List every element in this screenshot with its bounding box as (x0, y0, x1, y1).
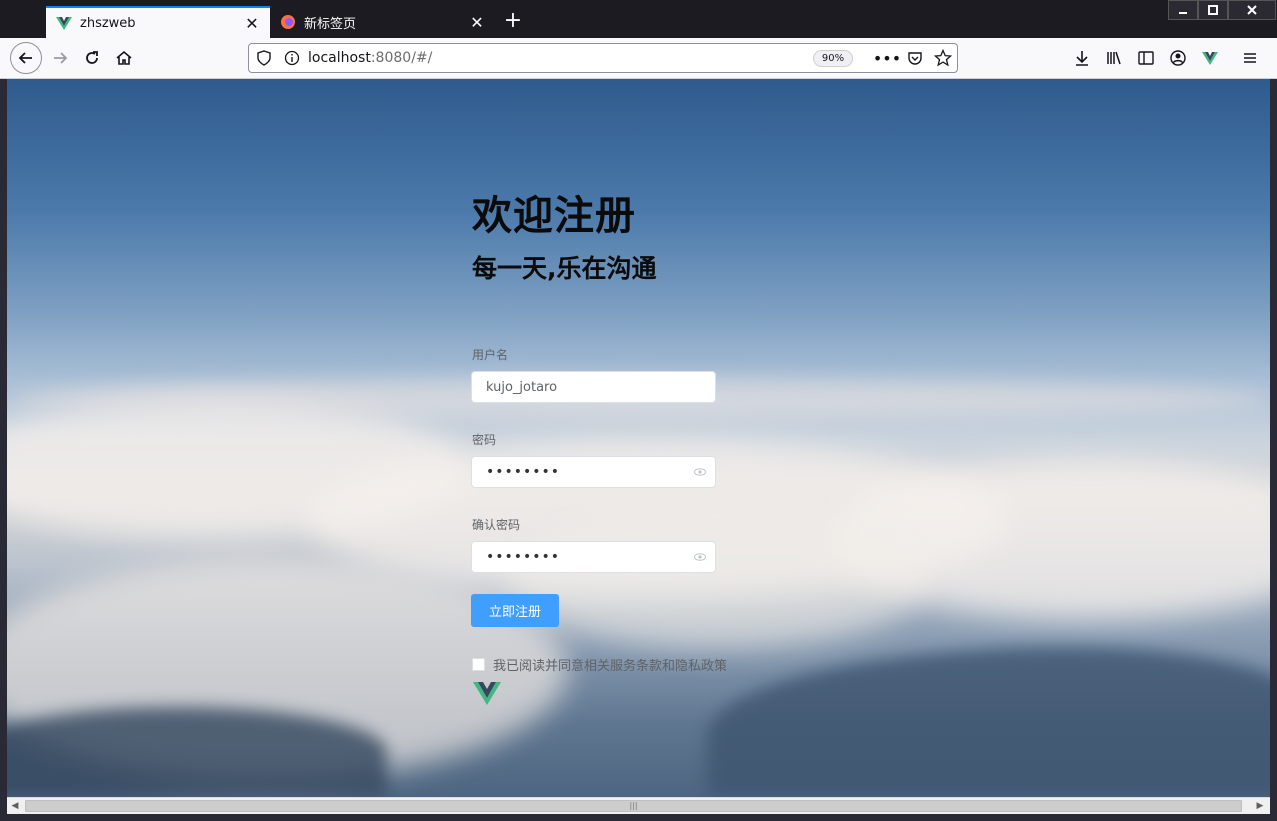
browser-titlebar: zhszweb ✕ 新标签页 ✕ + (0, 0, 1277, 38)
password-value: •••••••• (486, 464, 561, 480)
window-frame-left (0, 79, 7, 821)
download-icon[interactable] (1070, 46, 1094, 70)
minimize-icon (1179, 12, 1187, 14)
page-viewport: 欢迎注册 每一天,乐在沟通 用户名 kujo_jotaro 密码 •••••••… (7, 79, 1270, 797)
back-arrow-icon (18, 52, 32, 64)
window-frame-right (1270, 79, 1277, 821)
register-button[interactable]: 立即注册 (471, 594, 559, 627)
url-bar[interactable]: localhost:8080/#/ 90% ••• (248, 43, 958, 73)
show-password-icon[interactable] (694, 551, 706, 563)
page-title: 欢迎注册 (472, 193, 636, 239)
username-label: 用户名 (472, 348, 509, 362)
reload-icon (86, 51, 98, 64)
url-path: :8080/#/ (370, 50, 433, 66)
scroll-left-arrow-icon[interactable]: ◀ (8, 800, 22, 813)
menu-icon[interactable] (1238, 46, 1262, 70)
close-window-button[interactable] (1228, 0, 1276, 20)
show-password-icon[interactable] (694, 466, 706, 478)
scroll-right-arrow-icon[interactable]: ▶ (1253, 800, 1267, 813)
vue-logo-icon (473, 682, 501, 705)
background-cloud (507, 509, 927, 649)
close-tab-icon[interactable]: ✕ (465, 10, 489, 34)
window-frame-bottom (0, 814, 1277, 821)
vue-devtools-icon[interactable] (1198, 46, 1222, 70)
username-field[interactable]: kujo_jotaro (471, 371, 716, 403)
home-button[interactable] (108, 42, 140, 74)
username-value: kujo_jotaro (486, 379, 558, 395)
url-text: localhost:8080/#/ (308, 50, 432, 66)
new-tab-button[interactable]: + (500, 8, 526, 34)
sidebar-icon[interactable] (1134, 46, 1158, 70)
home-icon (116, 50, 132, 65)
password-field[interactable]: •••••••• (471, 456, 716, 488)
agreement-checkbox[interactable] (472, 658, 485, 671)
bookmark-star-icon[interactable] (931, 46, 955, 70)
confirm-password-value: •••••••• (486, 549, 561, 565)
close-tab-icon[interactable]: ✕ (240, 11, 264, 35)
library-icon[interactable] (1102, 46, 1126, 70)
firefox-icon (281, 15, 295, 29)
background-mountain (7, 707, 387, 797)
info-icon[interactable] (284, 50, 300, 66)
reload-button[interactable] (76, 42, 108, 74)
tab-title: zhszweb (80, 15, 136, 31)
scrollbar-thumb[interactable]: ||| (25, 800, 1242, 812)
shield-icon[interactable] (256, 50, 272, 66)
confirm-password-field[interactable]: •••••••• (471, 541, 716, 573)
close-icon (1247, 5, 1257, 15)
pocket-icon[interactable] (903, 46, 927, 70)
agreement-text: 我已阅读并同意相关服务条款和隐私政策 (493, 659, 728, 674)
account-icon[interactable] (1166, 46, 1190, 70)
page-actions-icon[interactable]: ••• (873, 46, 901, 70)
tab-new-tab[interactable]: 新标签页 ✕ (270, 6, 495, 38)
window-controls (1168, 0, 1276, 20)
horizontal-scrollbar[interactable]: ◀ ||| ▶ (7, 797, 1270, 814)
tab-zhszweb[interactable]: zhszweb ✕ (46, 6, 270, 38)
navigation-toolbar: localhost:8080/#/ 90% ••• (0, 38, 1277, 79)
tab-title: 新标签页 (304, 16, 357, 32)
vue-icon (56, 17, 72, 30)
background-mountain (707, 647, 1270, 797)
back-button[interactable] (10, 42, 42, 74)
confirm-password-label: 确认密码 (472, 518, 521, 532)
maximize-button[interactable] (1198, 0, 1228, 20)
url-host: localhost (308, 50, 371, 66)
forward-arrow-icon (54, 52, 68, 64)
agreement-row: 我已阅读并同意相关服务条款和隐私政策 (472, 655, 727, 674)
page-subtitle: 每一天,乐在沟通 (472, 254, 657, 283)
minimize-button[interactable] (1168, 0, 1198, 20)
zoom-level[interactable]: 90% (813, 50, 853, 67)
maximize-icon (1208, 5, 1218, 15)
password-label: 密码 (472, 433, 497, 447)
forward-button[interactable] (44, 42, 76, 74)
